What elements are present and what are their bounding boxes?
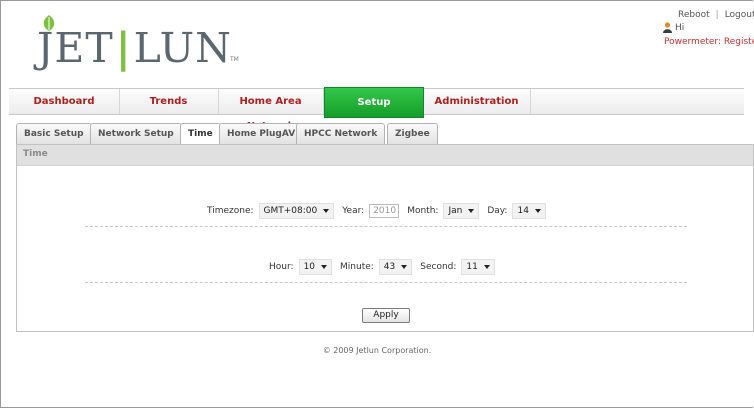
minute-label: Minute: <box>340 262 374 272</box>
time-row: Hour: 10 Minute: 43 Second: 11 <box>269 259 503 275</box>
chevron-down-icon <box>323 209 330 213</box>
nav-dashboard[interactable]: Dashboard <box>9 89 120 114</box>
second-select[interactable]: 11 <box>461 259 495 275</box>
year-input[interactable]: 2010 <box>369 204 400 218</box>
logout-link[interactable]: Logout <box>725 10 754 20</box>
divider <box>85 226 687 227</box>
nav-setup[interactable]: Setup <box>324 87 424 118</box>
nav-trends[interactable]: Trends <box>119 89 219 114</box>
date-row: Timezone: GMT+08:00 Year: 2010 Month: Ja… <box>207 203 554 219</box>
chevron-down-icon <box>483 265 490 269</box>
logo-divider: | <box>115 24 132 72</box>
chevron-down-icon <box>401 265 408 269</box>
chevron-down-icon <box>534 209 541 213</box>
day-value: 14 <box>517 206 529 216</box>
logo-trademark: TM <box>230 56 239 63</box>
second-label: Second: <box>420 262 457 272</box>
panel-title: Time <box>23 149 48 159</box>
user-greeting: Hi <box>663 22 684 33</box>
jetlun-logo: JET|LUN TM <box>37 14 257 74</box>
month-label: Month: <box>407 206 439 216</box>
panel-header: Time <box>17 145 753 166</box>
year-label: Year: <box>342 206 365 216</box>
hour-value: 10 <box>303 262 316 272</box>
link-separator: | <box>715 10 719 20</box>
main-navigation: Dashboard Trends Home Area Network Setup… <box>9 87 744 132</box>
chevron-down-icon <box>468 209 475 213</box>
second-value: 11 <box>466 262 478 272</box>
minute-value: 43 <box>383 262 396 272</box>
nav-administration[interactable]: Administration <box>423 89 531 114</box>
powermeter-value: Registere <box>723 37 754 47</box>
month-value: Jan <box>448 206 463 216</box>
greeting-text: Hi <box>675 22 685 33</box>
reboot-link[interactable]: Reboot <box>678 10 710 20</box>
tab-home-plugav[interactable]: Home PlugAV <box>219 123 304 145</box>
timezone-value: GMT+08:00 <box>263 206 318 216</box>
tab-network-setup[interactable]: Network Setup <box>90 123 182 145</box>
time-panel: Time Timezone: GMT+08:00 Year: 2010 Mont… <box>16 144 754 332</box>
logo-text-lun: LUN <box>133 24 233 72</box>
timezone-label: Timezone: <box>207 206 254 216</box>
timezone-select[interactable]: GMT+08:00 <box>258 203 335 219</box>
minute-select[interactable]: 43 <box>378 259 413 275</box>
tab-basic-setup[interactable]: Basic Setup <box>16 123 92 145</box>
tab-time[interactable]: Time <box>180 123 221 146</box>
user-icon <box>663 22 672 33</box>
powermeter-status: Powermeter: Registere <box>664 37 754 47</box>
day-select[interactable]: 14 <box>512 203 546 219</box>
top-links: Reboot | Logout <box>678 10 754 20</box>
apply-button[interactable]: Apply <box>362 308 410 323</box>
hour-select[interactable]: 10 <box>298 259 333 275</box>
logo-text-jet: JET <box>37 24 114 72</box>
copyright-footer: © 2009 Jetlun Corporation. <box>322 346 432 355</box>
divider <box>85 282 687 283</box>
day-label: Day: <box>487 206 508 216</box>
tab-hpcc-network[interactable]: HPCC Network <box>296 123 386 145</box>
tab-zigbee[interactable]: Zigbee <box>387 123 438 145</box>
chevron-down-icon <box>321 265 328 269</box>
month-select[interactable]: Jan <box>443 203 480 219</box>
hour-label: Hour: <box>269 262 294 272</box>
nav-home-area-network[interactable]: Home Area Network <box>218 89 324 132</box>
logo-wordmark: JET|LUN <box>37 22 232 74</box>
powermeter-label: Powermeter: <box>664 37 721 47</box>
